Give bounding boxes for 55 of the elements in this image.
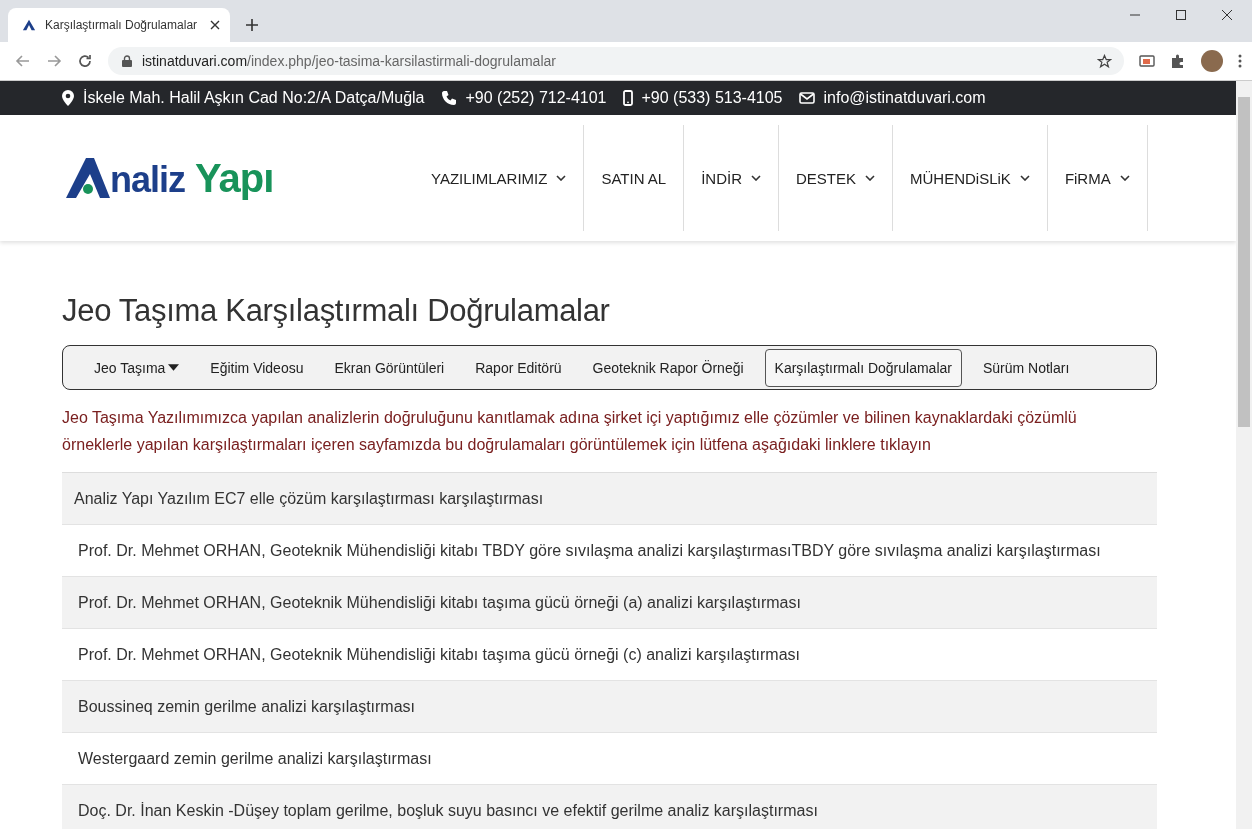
nav-item[interactable]: SATIN AL	[584, 125, 685, 231]
nav-item[interactable]: DESTEK	[779, 125, 893, 231]
logo-icon	[66, 158, 110, 198]
subnav-tab[interactable]: Sürüm Notları	[972, 348, 1080, 387]
link-row[interactable]: Prof. Dr. Mehmet ORHAN, Geoteknik Mühendisliği kitabı taşıma gücü örneği (a) analizi karşılaştırması	[62, 577, 1157, 629]
nav-item[interactable]: MÜHENDiSLiK	[893, 125, 1048, 231]
subnav-tab[interactable]: Jeo Taşıma	[91, 348, 190, 387]
menu-icon[interactable]	[1238, 53, 1242, 69]
forward-arrow-icon[interactable]	[46, 53, 62, 69]
close-icon[interactable]	[210, 20, 220, 30]
contact-text: info@istinatduvari.com	[823, 89, 986, 107]
chevron-down-icon	[1119, 175, 1130, 181]
contact-text: İskele Mah. Halil Aşkın Cad No:2/A Datça/Muğla	[83, 89, 425, 107]
chevron-down-icon	[865, 175, 875, 181]
address-bar[interactable]: istinatduvari.com/index.php/jeo-tasima-karsilastirmali-dogrulamalar	[108, 47, 1124, 75]
logo-text: Yapı	[195, 158, 274, 198]
close-icon[interactable]	[1222, 10, 1232, 20]
new-tab-icon[interactable]	[246, 19, 258, 31]
subnav-tab[interactable]: Ekran Görüntüleri	[324, 348, 455, 387]
tab-title: Karşılaştırmalı Doğrulamalar	[45, 18, 199, 32]
logo-icon	[22, 18, 36, 32]
chevron-down-icon	[556, 175, 567, 181]
link-row[interactable]: Analiz Yapı Yazılım EC7 elle çözüm karşılaştırması karşılaştırması	[62, 473, 1157, 525]
subnav-tab[interactable]: Karşılaştırmalı Doğrulamalar	[764, 348, 962, 387]
caret-icon	[168, 364, 180, 371]
reload-icon[interactable]	[77, 53, 93, 69]
logo-text: naliz	[110, 162, 185, 198]
mobile-phone-icon	[622, 90, 633, 106]
link-row[interactable]: Doç. Dr. İnan Keskin -Düşey toplam gerilme, boşluk suyu basıncı ve efektif gerilme analiz karşılaştırması	[62, 785, 1157, 829]
location-pin-icon	[62, 90, 74, 106]
contact-text: +90 (252) 712-4101	[465, 89, 607, 107]
puzzle-icon[interactable]	[1170, 53, 1186, 69]
contact-text: +90 (533) 513-4105	[641, 89, 783, 107]
chevron-down-icon	[1019, 175, 1030, 181]
chevron-down-icon	[751, 175, 761, 181]
envelope-icon	[798, 92, 815, 104]
nav-item[interactable]: İNDİR	[684, 125, 779, 231]
link-row[interactable]: Boussineq zemin gerilme analizi karşılaştırması	[62, 681, 1157, 733]
nav-item[interactable]: FiRMA	[1047, 125, 1148, 231]
browser-tab[interactable]: Karşılaştırmalı Doğrulamalar	[8, 8, 230, 42]
subnav-tab[interactable]: Geoteknik Rapor Örneği	[582, 348, 754, 387]
phone-icon	[440, 90, 457, 106]
subnav-tab[interactable]: Rapor Editörü	[465, 348, 572, 387]
url-text: istinatduvari.com/index.php/jeo-tasima-karsilastirmali-dogrulamalar	[142, 53, 557, 69]
star-icon[interactable]	[1097, 53, 1112, 69]
scrollbar[interactable]	[1236, 81, 1252, 829]
maximize-icon[interactable]	[1176, 10, 1186, 20]
page-title: Jeo Taşıma Karşılaştırmalı Doğrulamalar	[62, 293, 611, 329]
subnav-tab[interactable]: Eğitim Videosu	[200, 348, 314, 387]
avatar[interactable]	[1201, 50, 1223, 72]
back-arrow-icon[interactable]	[15, 53, 31, 69]
intro-paragraph: Jeo Taşıma Yazılımımızca yapılan analizlerin doğruluğunu kanıtlamak adına şirket içi yaptığımız elle çözümler ve bilinen kaynaklardaki çözümlü örneklerle yapılan karşılaştırmaları içeren sayfamızda bu doğrulamaları görüntülemek için lütfena aşağıdaki linklere tıklayın	[62, 408, 1078, 455]
lock-icon	[122, 55, 132, 67]
cast-icon[interactable]	[1139, 53, 1155, 69]
nav-item[interactable]: YAZILIMLARIMIZ	[416, 125, 585, 231]
